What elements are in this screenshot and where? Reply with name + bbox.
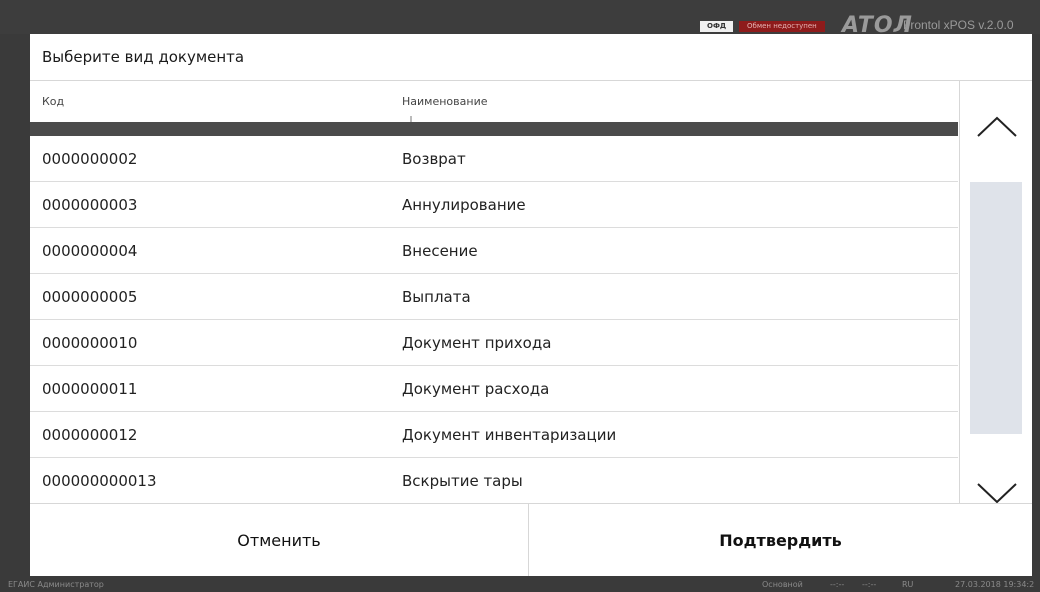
row-code: 0000000003 [42, 196, 138, 214]
dialog-footer: Отменить Подтвердить [30, 503, 1032, 577]
table-row[interactable]: 0000000003 Аннулирование [30, 182, 958, 228]
row-code: 000000000013 [42, 472, 157, 490]
row-code: 0000000005 [42, 288, 138, 306]
row-name: Выплата [402, 288, 471, 306]
column-header-name: Наименование [402, 95, 488, 108]
row-name: Возврат [402, 150, 466, 168]
exchange-status-badge: Обмен недоступен [739, 21, 825, 32]
table-row[interactable]: 0000000004 Внесение [30, 228, 958, 274]
table-row[interactable]: 0000000011 Документ расхода [30, 366, 958, 412]
row-name: Вскрытие тары [402, 472, 523, 490]
table-row[interactable]: 0000000002 Возврат [30, 136, 958, 182]
row-code: 0000000004 [42, 242, 138, 260]
divider [30, 80, 1032, 81]
status-bar: ЕГАИС Администратор Основной --:-- --:--… [0, 576, 1040, 592]
document-list: 0000000002 Возврат 0000000003 Аннулирова… [30, 136, 958, 503]
app-name: Frontol xPOS v.2.0.0 [903, 18, 1014, 32]
status-time-2: --:-- [862, 580, 877, 589]
row-code: 0000000010 [42, 334, 138, 352]
row-name: Документ инвентаризации [402, 426, 617, 444]
top-bar: ОФД Обмен недоступен ATOЛ Frontol xPOS v… [0, 0, 1040, 38]
row-name: Документ расхода [402, 380, 550, 398]
cancel-button[interactable]: Отменить [30, 504, 528, 577]
table-row[interactable]: 0000000010 Документ прихода [30, 320, 958, 366]
dialog-title: Выберите вид документа [42, 48, 245, 66]
row-code: 0000000012 [42, 426, 138, 444]
status-user: ЕГАИС Администратор [8, 580, 104, 589]
scroll-panel [959, 81, 1033, 504]
row-name: Аннулирование [402, 196, 526, 214]
row-code: 0000000011 [42, 380, 138, 398]
confirm-button[interactable]: Подтвердить [529, 504, 1032, 577]
selected-row-highlight [30, 116, 958, 136]
document-type-dialog: Выберите вид документа Код Наименование … [30, 34, 1033, 577]
scroll-up-button[interactable] [960, 81, 1033, 171]
table-row[interactable]: 000000000013 Вскрытие тары [30, 458, 958, 503]
ofd-badge: ОФД [700, 21, 734, 32]
status-time-1: --:-- [830, 580, 845, 589]
row-name: Документ прихода [402, 334, 552, 352]
table-row[interactable]: 0000000012 Документ инвентаризации [30, 412, 958, 458]
chevron-up-icon [976, 116, 1017, 137]
status-datetime: 27.03.2018 19:34:2 [955, 580, 1035, 589]
status-language: RU [902, 580, 914, 589]
scroll-track[interactable] [970, 182, 1022, 434]
status-mode: Основной [762, 580, 803, 589]
row-code: 0000000002 [42, 150, 138, 168]
table-row[interactable]: 0000000005 Выплата [30, 274, 958, 320]
column-header-code: Код [42, 95, 65, 108]
row-name: Внесение [402, 242, 478, 260]
chevron-down-icon [976, 483, 1017, 504]
